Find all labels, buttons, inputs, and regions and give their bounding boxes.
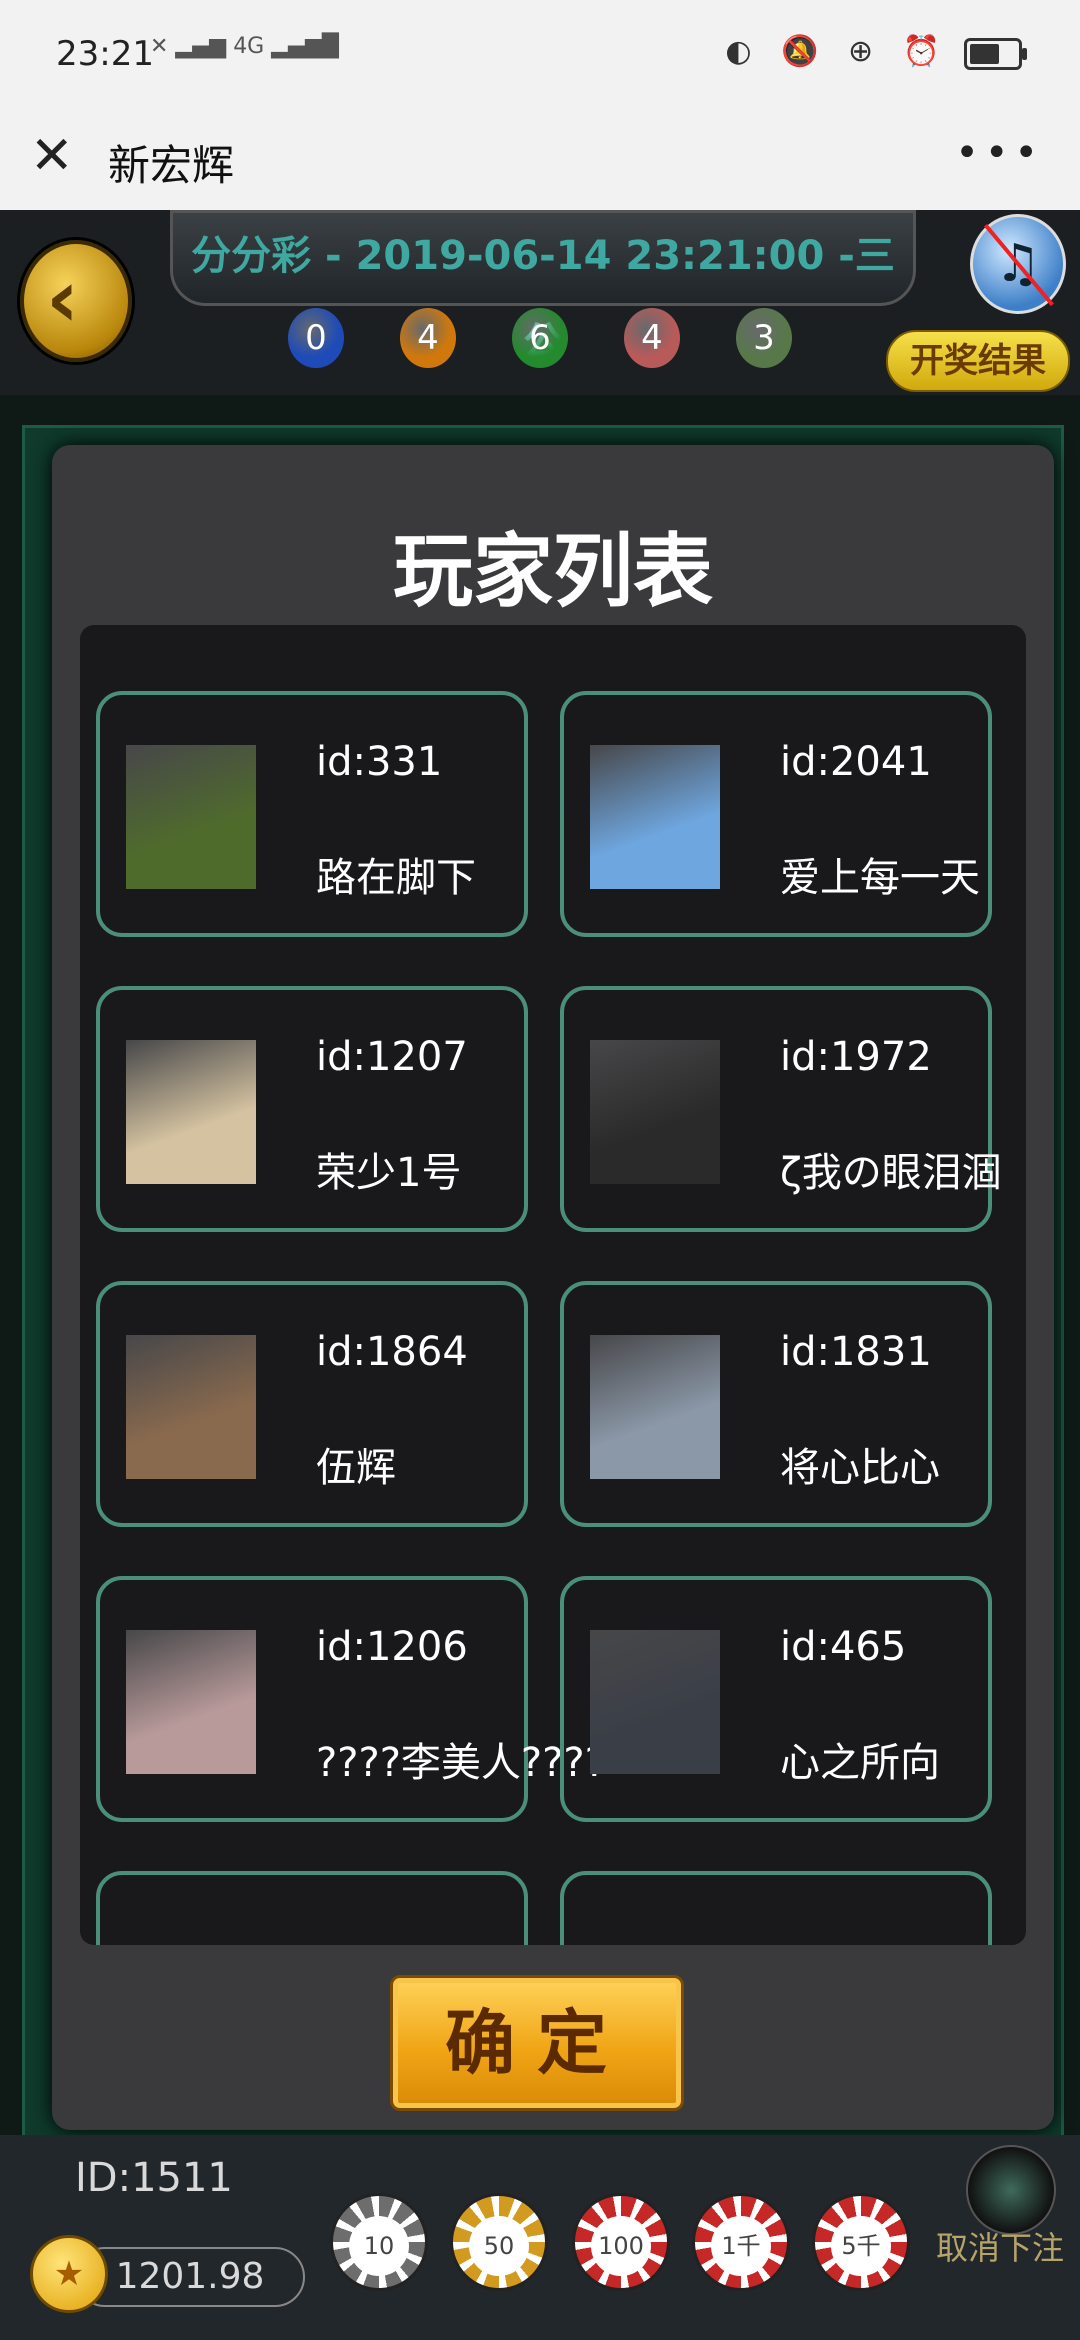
signal-icon: ✕ ▂▄▆ 4G ▂▄▆█: [150, 34, 339, 59]
player-name: 爱上每一天: [780, 855, 980, 901]
player-name: 伍辉: [316, 1445, 396, 1491]
chip-label: 50: [469, 2215, 529, 2276]
chip-100[interactable]: 100: [572, 2193, 670, 2291]
chip-5k[interactable]: 5千: [812, 2193, 910, 2291]
status-icons: ◐ 🔕 ⊕ ⏰: [725, 34, 950, 69]
chip-label: 100: [591, 2215, 651, 2276]
player-name: 将心比心: [780, 1445, 940, 1491]
more-icon[interactable]: •••: [955, 130, 1044, 176]
modal-title: 玩家列表: [393, 525, 713, 618]
player-card[interactable]: id:331 路在脚下: [96, 691, 528, 937]
result-ball: 3: [736, 308, 792, 368]
open-result-button[interactable]: 开奖结果: [886, 330, 1070, 392]
chip-label: 5千: [831, 2215, 891, 2276]
game-area: ‹ 分分彩 - 2019-06-14 23:21:00 -三公 0 4 6 4 …: [0, 210, 1080, 2340]
player-id: id:331: [316, 739, 443, 785]
balance: 1201.98: [75, 2247, 305, 2307]
user-id: ID:1511: [75, 2155, 233, 2201]
player-card[interactable]: id:1206 ????李美人????: [96, 1576, 606, 1822]
battery-icon: [964, 38, 1027, 70]
status-time: 23:21: [56, 34, 154, 74]
player-card[interactable]: id:1864 伍辉: [96, 1281, 528, 1527]
chip-10[interactable]: 10: [330, 2193, 428, 2291]
close-icon[interactable]: ✕: [30, 130, 74, 182]
player-id: id:2041: [780, 739, 932, 785]
avatar: [126, 1335, 256, 1479]
lottery-info: 分分彩 - 2019-06-14 23:21:00 -三公: [170, 210, 916, 365]
avatar: [590, 1335, 720, 1479]
bottom-bar: ID:1511 1201.98 ★ 10 50 100 1千 5千 取消下注: [0, 2135, 1080, 2340]
player-id: id:1206: [316, 1624, 468, 1670]
player-id: id:1831: [780, 1329, 932, 1375]
player-card-partial[interactable]: [560, 1871, 992, 1945]
player-card[interactable]: id:2041 爱上每一天: [560, 691, 992, 937]
player-list-modal: 玩家列表 id:331 路在脚下 id:2041 爱上每一天 id:1207 荣…: [52, 445, 1054, 2130]
player-id: id:1207: [316, 1034, 468, 1080]
coin-icon: ★: [30, 2235, 108, 2313]
player-card[interactable]: id:1831 将心比心: [560, 1281, 992, 1527]
chip-label: 1千: [711, 2215, 771, 2276]
avatar: [126, 745, 256, 889]
avatar: [126, 1630, 256, 1774]
result-ball: 6: [512, 308, 568, 368]
player-card[interactable]: id:1207 荣少1号: [96, 986, 528, 1232]
avatar: [590, 745, 720, 889]
cancel-bet-button[interactable]: 取消下注: [936, 2223, 1064, 2269]
chip-label: 10: [349, 2215, 409, 2276]
result-ball: 4: [624, 308, 680, 368]
result-ball: 4: [400, 308, 456, 368]
network-type: 4G: [233, 34, 265, 59]
browser-title-bar: ✕ 新宏辉 •••: [0, 110, 1080, 211]
back-arrow-icon: ‹: [46, 252, 79, 345]
player-name: 路在脚下: [316, 855, 476, 901]
chip-50[interactable]: 50: [450, 2193, 548, 2291]
player-card-partial[interactable]: [96, 1871, 528, 1945]
avatar: [590, 1040, 720, 1184]
music-toggle-icon[interactable]: ♫: [970, 214, 1066, 314]
cancel-bet-icon[interactable]: [966, 2145, 1056, 2235]
status-bar: 23:21 ✕ ▂▄▆ 4G ▂▄▆█ ◐ 🔕 ⊕ ⏰: [0, 0, 1080, 110]
player-id: id:1864: [316, 1329, 468, 1375]
player-name: ζ我の眼泪涸: [780, 1150, 1002, 1196]
chip-1k[interactable]: 1千: [692, 2193, 790, 2291]
avatar: [126, 1040, 256, 1184]
player-id: id:1972: [780, 1034, 932, 1080]
player-name: 荣少1号: [316, 1150, 462, 1196]
game-top-bar: ‹ 分分彩 - 2019-06-14 23:21:00 -三公 0 4 6 4 …: [0, 210, 1080, 395]
confirm-button[interactable]: 确定: [390, 1975, 684, 2111]
page-title: 新宏辉: [108, 141, 235, 190]
result-ball: 0: [288, 308, 344, 368]
avatar: [590, 1630, 720, 1774]
player-card[interactable]: id:465 心之所向: [560, 1576, 992, 1822]
back-button[interactable]: ‹: [20, 240, 132, 362]
player-id: id:465: [780, 1624, 907, 1670]
player-card[interactable]: id:1972 ζ我の眼泪涸: [560, 986, 1002, 1232]
player-name: 心之所向: [780, 1740, 940, 1786]
player-list[interactable]: id:331 路在脚下 id:2041 爱上每一天 id:1207 荣少1号 i…: [80, 625, 1026, 1945]
